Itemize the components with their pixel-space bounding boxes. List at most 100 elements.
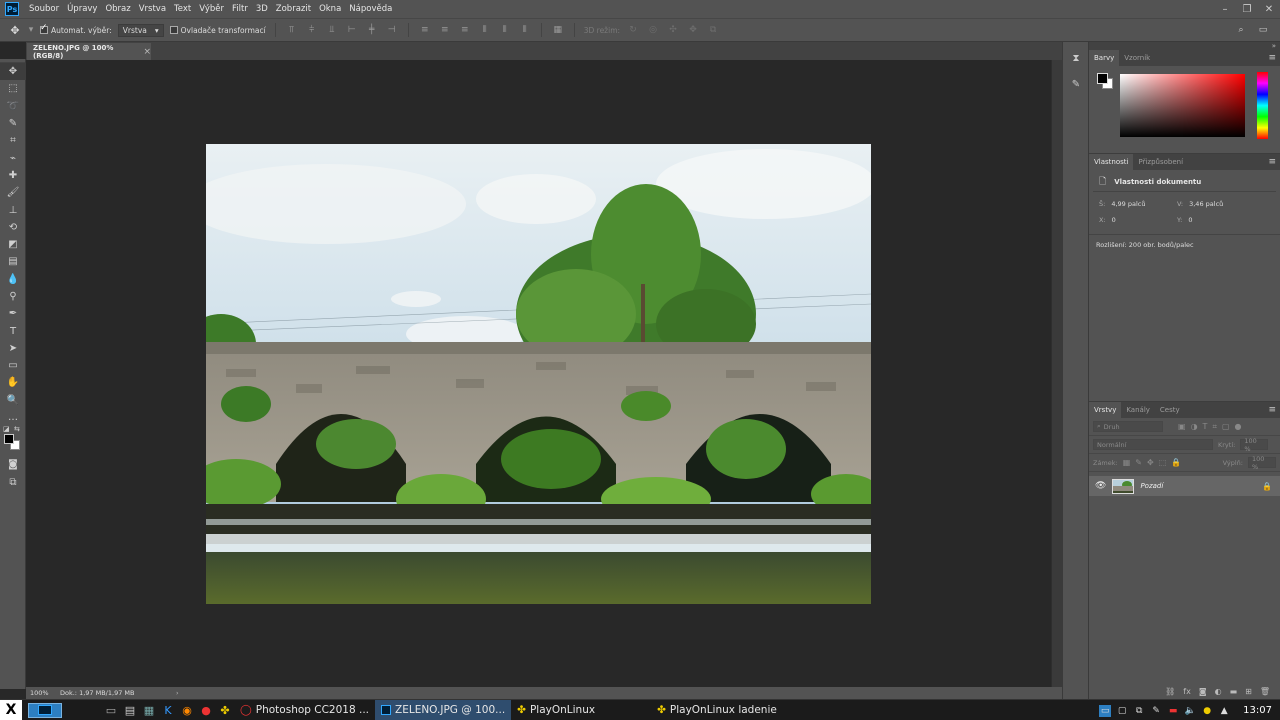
vertical-scrollbar[interactable] <box>1051 60 1062 687</box>
lock-transparent-icon[interactable]: ▦ <box>1123 458 1131 467</box>
task-zeleno[interactable]: ZELENO.JPG @ 100... <box>375 699 512 720</box>
clone-stamp-tool-icon[interactable]: ⊥ <box>0 201 26 218</box>
lock-artboard-icon[interactable]: ⬚ <box>1159 458 1167 467</box>
notifications-icon[interactable]: ▢ <box>1116 705 1128 717</box>
auto-align-layers-icon[interactable]: ▦ <box>551 23 565 37</box>
width-value[interactable]: 4,99 palců <box>1111 200 1145 208</box>
filter-smart-object-icon[interactable]: ▢ <box>1222 422 1230 431</box>
default-colors-icon[interactable]: ◪ <box>3 425 10 433</box>
layer-name[interactable]: Pozadí <box>1140 482 1163 490</box>
tray-expand-icon[interactable]: ▲ <box>1218 705 1230 717</box>
tab-vlastnosti[interactable]: Vlastnosti <box>1089 154 1134 170</box>
3d-scale-icon[interactable]: ⧉ <box>706 23 720 37</box>
tab-barvy[interactable]: Barvy <box>1089 50 1120 66</box>
new-group-icon[interactable]: ▬ <box>1230 687 1238 696</box>
new-adjustment-icon[interactable]: ◐ <box>1215 687 1222 696</box>
task-photoshop[interactable]: ◯ Photoshop CC2018 ... <box>234 700 375 720</box>
zoom-level[interactable]: 100% <box>26 689 56 697</box>
transform-controls-option[interactable]: Ovladače transformací <box>169 26 266 35</box>
task-playonlinux-ladenie[interactable]: ✤ PlayOnLinux ladenie <box>651 700 783 720</box>
visibility-eye-icon[interactable]: 👁 <box>1095 481 1106 491</box>
y-value[interactable]: 0 <box>1188 216 1192 224</box>
panel-menu-icon[interactable]: ≡ <box>1268 157 1276 167</box>
align-left-icon[interactable]: ⊢ <box>345 23 359 37</box>
tab-vrstvy[interactable]: Vrstvy <box>1089 402 1122 418</box>
network-icon[interactable]: ⧉ <box>1133 705 1145 717</box>
task-playonlinux[interactable]: ✤ PlayOnLinux <box>511 700 601 720</box>
layer-style-icon[interactable]: fx <box>1183 687 1191 696</box>
color-swatches[interactable]: ◪ ⇆ <box>0 425 26 456</box>
swap-colors-icon[interactable]: ⇆ <box>14 425 20 433</box>
3d-pan-icon[interactable]: ✣ <box>666 23 680 37</box>
canvas-area[interactable] <box>27 60 1051 687</box>
transform-controls-checkbox[interactable] <box>169 26 178 34</box>
playonlinux-icon[interactable]: ✤ <box>216 701 234 719</box>
link-layers-icon[interactable]: ⛓ <box>1165 687 1175 696</box>
menu-filtr[interactable]: Filtr <box>228 0 252 18</box>
volume-icon[interactable]: 🔈 <box>1184 705 1196 717</box>
terminal-icon[interactable]: ▭ <box>102 701 120 719</box>
menu-soubor[interactable]: Soubor <box>25 0 63 18</box>
restore-icon[interactable]: ❐ <box>1236 0 1258 18</box>
clipboard-icon[interactable]: ✎ <box>1150 705 1162 717</box>
opera-icon[interactable]: ● <box>197 701 215 719</box>
collapse-panels-icon[interactable]: » <box>1089 42 1280 50</box>
layer-lock-icon[interactable]: 🔒 <box>1262 482 1272 491</box>
distribute-bottom-icon[interactable]: ≡ <box>458 23 472 37</box>
auto-select-dropdown[interactable]: Vrstva ▾ <box>117 23 164 37</box>
menu-okna[interactable]: Okna <box>315 0 345 18</box>
panel-menu-icon[interactable]: ≡ <box>1268 405 1276 415</box>
history-brush-tool-icon[interactable]: ⟲ <box>0 219 26 236</box>
align-horizontal-center-icon[interactable]: ╪ <box>365 23 379 37</box>
align-top-icon[interactable]: ⫪ <box>285 23 299 37</box>
updates-icon[interactable]: ● <box>1201 705 1213 717</box>
layer-row-background[interactable]: 👁 Pozadí 🔒 <box>1089 476 1280 496</box>
eraser-tool-icon[interactable]: ◩ <box>0 236 26 253</box>
chevron-down-icon[interactable]: ▾ <box>28 23 34 37</box>
menu-vyber[interactable]: Výběr <box>195 0 228 18</box>
layer-filter-dropdown[interactable]: ⌕ Druh <box>1093 421 1163 432</box>
fill-field[interactable]: 100 % <box>1248 455 1276 471</box>
tab-vzornik[interactable]: Vzorník <box>1119 50 1155 66</box>
hand-tool-icon[interactable]: ✋ <box>0 374 26 391</box>
tab-kanaly[interactable]: Kanály <box>1121 402 1155 418</box>
type-tool-icon[interactable]: T <box>0 322 26 339</box>
menu-zobrazit[interactable]: Zobrazit <box>272 0 315 18</box>
screen-mode-icon[interactable]: ⧉ <box>0 474 26 491</box>
app-launcher-icon[interactable]: ▦ <box>140 701 158 719</box>
gradient-tool-icon[interactable]: ▤ <box>0 253 26 270</box>
filter-type-icon[interactable]: T <box>1203 422 1208 431</box>
close-icon[interactable]: ✕ <box>1258 0 1280 18</box>
kde-icon[interactable]: K <box>159 701 177 719</box>
healing-brush-tool-icon[interactable]: ✚ <box>0 167 26 184</box>
distribute-vertical-center-icon[interactable]: ≡ <box>438 23 452 37</box>
filter-toggle-icon[interactable]: ● <box>1235 422 1242 431</box>
firefox-icon[interactable]: ◉ <box>178 701 196 719</box>
search-icon[interactable]: ⌕ <box>1234 23 1248 37</box>
foreground-color-swatch[interactable] <box>4 434 14 445</box>
lock-position-icon[interactable]: ✥ <box>1147 458 1154 467</box>
quick-selection-tool-icon[interactable]: ✎ <box>0 115 26 132</box>
path-selection-tool-icon[interactable]: ➤ <box>0 340 26 357</box>
delete-layer-icon[interactable]: 🗑 <box>1260 687 1270 696</box>
lock-all-icon[interactable]: 🔒 <box>1171 458 1181 467</box>
minimize-icon[interactable]: – <box>1214 0 1236 18</box>
hue-slider[interactable] <box>1257 72 1268 139</box>
blend-mode-dropdown[interactable]: Normální <box>1093 439 1213 450</box>
lock-pixels-icon[interactable]: ✎ <box>1135 458 1142 467</box>
brush-settings-icon[interactable]: ✎ <box>1063 74 1089 94</box>
zoom-tool-icon[interactable]: 🔍 <box>0 392 26 409</box>
auto-select-checkbox[interactable] <box>40 23 48 34</box>
status-menu-arrow-icon[interactable]: › <box>176 689 179 697</box>
align-vertical-center-icon[interactable]: ⫩ <box>305 23 319 37</box>
distribute-right-icon[interactable]: ⦀ <box>518 23 532 37</box>
rectangle-tool-icon[interactable]: ▭ <box>0 357 26 374</box>
menu-obraz[interactable]: Obraz <box>101 0 134 18</box>
quick-mask-icon[interactable]: ◙ <box>0 456 26 473</box>
file-manager-icon[interactable]: ▤ <box>121 701 139 719</box>
menu-text[interactable]: Text <box>170 0 195 18</box>
tab-prizpusobeni[interactable]: Přizpůsobení <box>1133 154 1188 170</box>
auto-select-option[interactable]: Automat. výběr: <box>40 23 112 35</box>
tab-cesty[interactable]: Cesty <box>1155 402 1185 418</box>
pen-tool-icon[interactable]: ✒ <box>0 305 26 322</box>
